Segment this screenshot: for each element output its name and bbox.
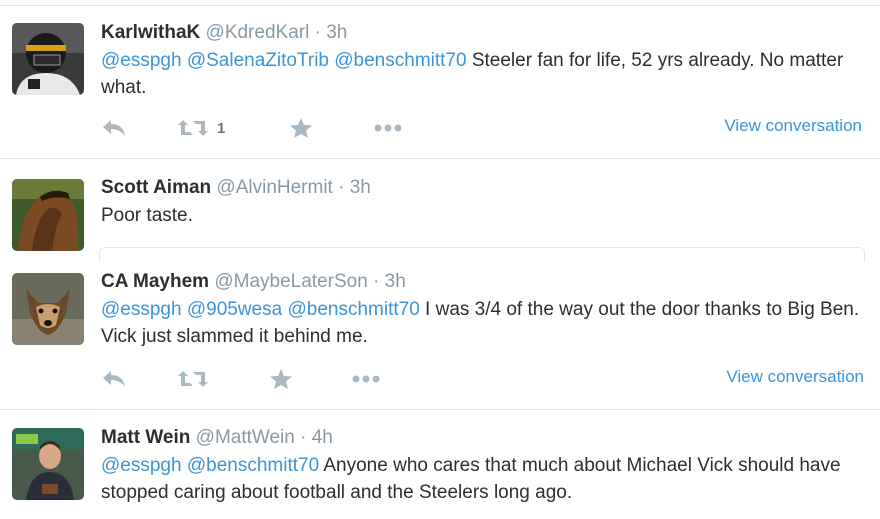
avatar[interactable] xyxy=(12,179,84,251)
avatar[interactable] xyxy=(12,273,84,345)
tweet-karlwithak[interactable]: KarlwithaK @KdredKarl · 3h @esspgh @Sale… xyxy=(0,0,880,158)
handle[interactable]: @AlvinHermit xyxy=(216,177,332,198)
handle[interactable]: @KdredKarl xyxy=(206,22,310,43)
mention-link[interactable]: @esspgh xyxy=(101,50,182,71)
favorite-icon xyxy=(270,369,292,389)
retweet-button[interactable] xyxy=(177,366,209,392)
fullname[interactable]: CA Mayhem xyxy=(101,271,209,292)
tweet-text: @esspgh @SalenaZitoTrib @benschmitt70 St… xyxy=(101,47,866,101)
timestamp[interactable]: 4h xyxy=(312,427,333,448)
tweet-header: KarlwithaK @KdredKarl · 3h xyxy=(101,21,866,45)
more-button[interactable] xyxy=(373,115,403,141)
timestamp[interactable]: 3h xyxy=(385,271,406,292)
fullname[interactable]: KarlwithaK xyxy=(101,22,200,43)
avatar[interactable] xyxy=(12,23,84,95)
handle[interactable]: @MattWein xyxy=(196,427,295,448)
mention-link[interactable]: @esspgh xyxy=(101,299,182,320)
view-conversation-link[interactable]: View conversation xyxy=(724,116,862,136)
avatar[interactable] xyxy=(12,428,84,500)
tweet-text: Poor taste. xyxy=(101,202,866,229)
favorite-button[interactable] xyxy=(289,115,313,141)
mention-link[interactable]: @benschmitt70 xyxy=(187,455,319,476)
tweet-scott-aiman[interactable]: Scott Aiman @AlvinHermit · 3h Poor taste… xyxy=(0,159,880,262)
tweet-text: @esspgh @benschmitt70 Anyone who cares t… xyxy=(101,452,866,506)
retweet-icon xyxy=(178,120,208,136)
tweet-header: Matt Wein @MattWein · 4h xyxy=(101,426,866,450)
favorite-icon xyxy=(290,118,312,138)
mention-link[interactable]: @905wesa xyxy=(187,299,282,320)
tweet-feed: KarlwithaK @KdredKarl · 3h @esspgh @Sale… xyxy=(0,0,880,519)
tweet-matt-wein[interactable]: Matt Wein @MattWein · 4h @esspgh @bensch… xyxy=(0,410,880,519)
mention-link[interactable]: @esspgh xyxy=(101,455,182,476)
handle[interactable]: @MaybeLaterSon xyxy=(214,271,367,292)
more-icon xyxy=(374,124,402,132)
separator-dot: · xyxy=(314,22,321,43)
reply-icon xyxy=(103,371,125,387)
timestamp[interactable]: 3h xyxy=(326,22,347,43)
reply-button[interactable] xyxy=(101,366,127,392)
tweet-ca-mayhem[interactable]: CA Mayhem @MaybeLaterSon · 3h @esspgh @9… xyxy=(0,259,880,409)
separator-dot: · xyxy=(373,271,380,292)
more-button[interactable] xyxy=(351,366,381,392)
favorite-button[interactable] xyxy=(269,366,293,392)
mention-link[interactable]: @benschmitt70 xyxy=(334,50,466,71)
separator-dot: · xyxy=(300,427,307,448)
separator-dot: · xyxy=(338,177,345,198)
fullname[interactable]: Matt Wein xyxy=(101,427,190,448)
tweet-header: Scott Aiman @AlvinHermit · 3h xyxy=(101,176,866,200)
tweet-actions: View conversation xyxy=(101,366,866,392)
timestamp[interactable]: 3h xyxy=(350,177,371,198)
fullname[interactable]: Scott Aiman xyxy=(101,177,211,198)
tweet-text: @esspgh @905wesa @benschmitt70 I was 3/4… xyxy=(101,296,866,350)
retweet-icon xyxy=(178,371,208,387)
reply-button[interactable] xyxy=(101,115,127,141)
mention-link[interactable]: @SalenaZitoTrib xyxy=(187,50,329,71)
more-icon xyxy=(352,375,380,383)
view-conversation-link[interactable]: View conversation xyxy=(726,367,864,387)
tweet-header: CA Mayhem @MaybeLaterSon · 3h xyxy=(101,270,866,294)
tweet-actions: 1 View conversation xyxy=(101,115,866,141)
tweet-body: Poor taste. xyxy=(101,205,193,226)
retweet-count: 1 xyxy=(217,119,226,137)
mention-link[interactable]: @benschmitt70 xyxy=(287,299,419,320)
reply-icon xyxy=(103,120,125,136)
retweet-button[interactable]: 1 xyxy=(177,115,225,141)
